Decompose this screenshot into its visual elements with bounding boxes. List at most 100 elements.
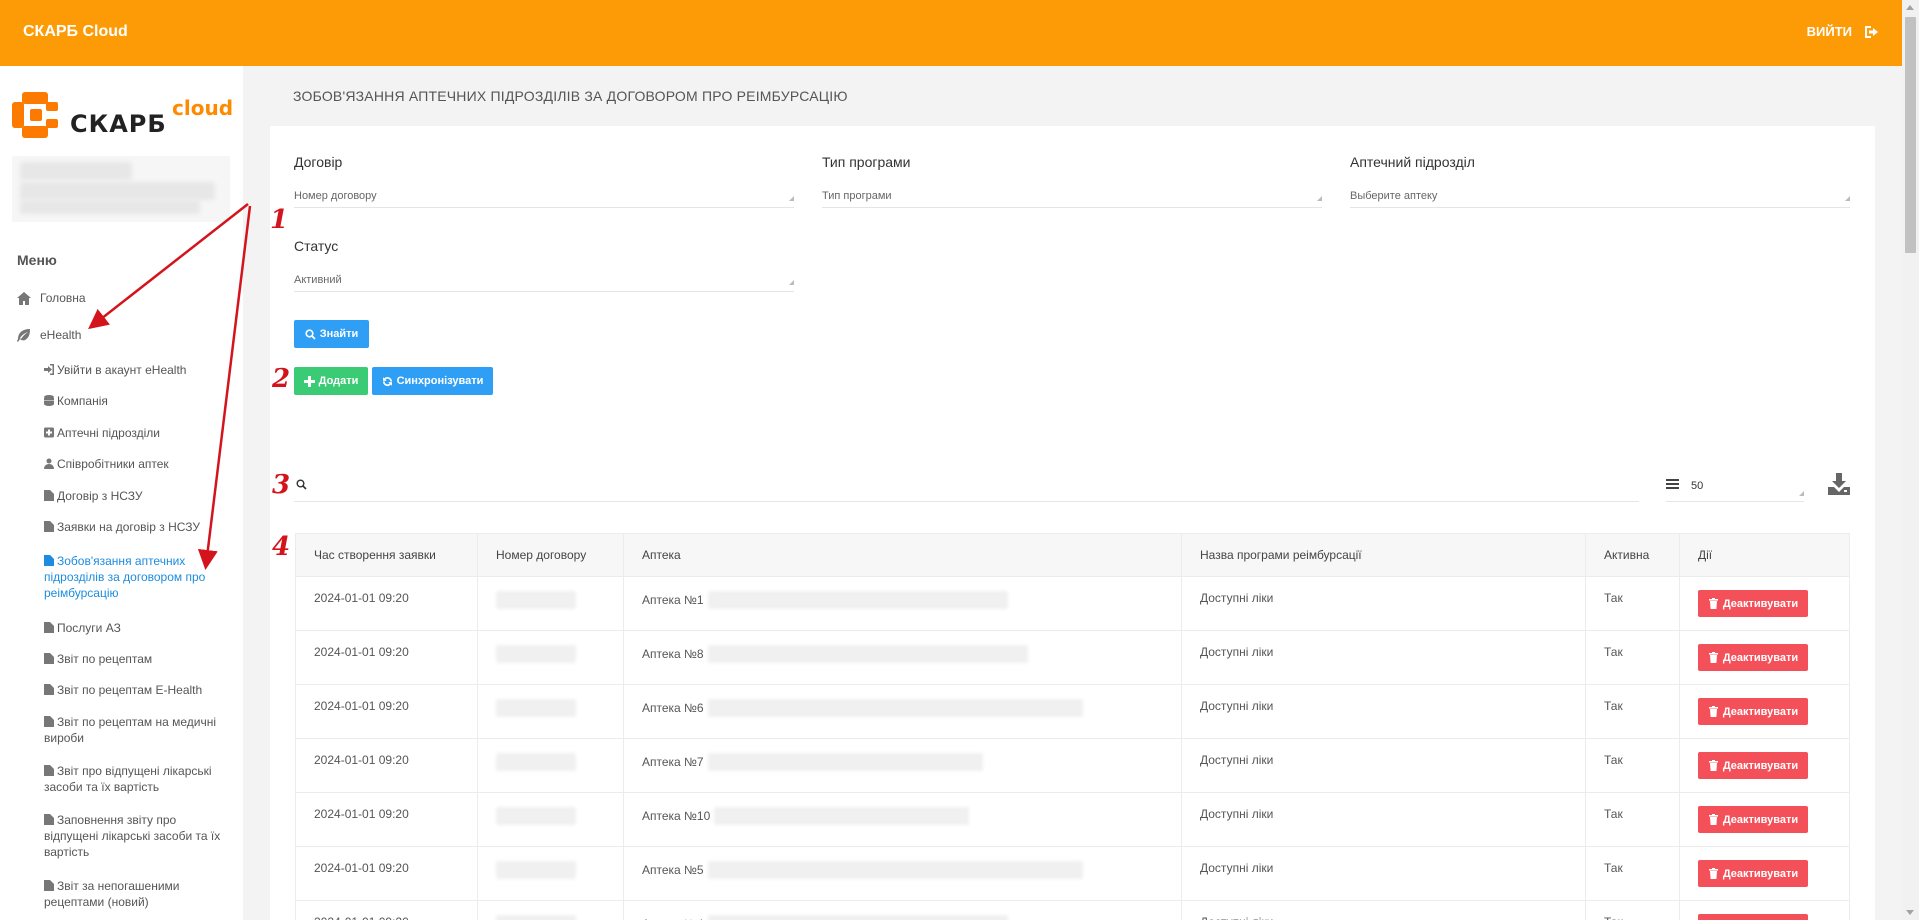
sidebar-subitem-company[interactable]: Компанія <box>44 393 224 409</box>
cell-program-name: Доступні ліки <box>1181 846 1586 901</box>
scroll-down-icon[interactable] <box>1906 910 1914 915</box>
sidebar-item-ehealth[interactable]: eHealth <box>17 328 81 342</box>
sidebar-subitem-reimbursement-obligations[interactable]: Зобов'язання аптечних підрозділів за дог… <box>44 553 224 601</box>
table-search-input[interactable] <box>294 471 1639 502</box>
sidebar-subitem-unredeemed-report[interactable]: Звіт за непогашеними рецептами (новий) <box>44 878 224 910</box>
sidebar-item-label: eHealth <box>40 328 82 342</box>
cell-program-name: Доступні ліки <box>1181 630 1586 685</box>
sidebar-subitem-ehealth-login[interactable]: Увійти в акаунт eHealth <box>44 362 224 378</box>
cell-actions: Деактивувати <box>1679 900 1850 920</box>
deactivate-button-label: Деактивувати <box>1722 705 1799 718</box>
scroll-up-icon[interactable] <box>1906 5 1914 10</box>
find-button[interactable]: Знайти <box>294 320 369 348</box>
cell-created-time: 2024-01-01 09:20 <box>295 846 478 901</box>
file-icon <box>44 716 54 727</box>
menu-title: Меню <box>17 252 57 268</box>
deactivate-button[interactable]: Деактивувати <box>1698 752 1808 779</box>
status-select[interactable]: Активний <box>294 262 794 292</box>
user-info-box <box>12 156 230 222</box>
cell-actions: Деактивувати <box>1679 792 1850 847</box>
col-contract-number[interactable]: Номер договору <box>477 533 624 577</box>
deactivate-button-label: Деактивувати <box>1722 651 1799 664</box>
sidebar-item-home[interactable]: Головна <box>17 291 86 305</box>
sidebar-subitem-dispensed-drugs-report[interactable]: Звіт про відпущені лікарські засоби та ї… <box>44 763 224 795</box>
sidebar-subitem-prescription-report[interactable]: Звіт по рецептам <box>44 651 224 667</box>
program-type-label: Тип програми <box>822 154 911 170</box>
sidebar-subitem-medical-devices-report[interactable]: Звіт по рецептам на медичні вироби <box>44 714 224 746</box>
cell-actions: Деактивувати <box>1679 630 1850 685</box>
database-icon <box>44 395 54 406</box>
sidebar-subitem-label: Звіт по рецептам <box>57 652 153 666</box>
page-scrollbar[interactable] <box>1902 0 1919 920</box>
page-title: ЗОБОВ'ЯЗАННЯ АПТЕЧНИХ ПІДРОЗДІЛІВ ЗА ДОГ… <box>293 88 848 104</box>
sidebar-subitem-label: Звіт по рецептам на медичні вироби <box>44 715 217 745</box>
per-page-value: 50 <box>1691 480 1704 492</box>
sidebar-subitem-label: Увійти в акаунт eHealth <box>57 363 187 377</box>
logout-button[interactable]: ВИЙТИ <box>1807 24 1880 39</box>
cell-pharmacy: Аптека №7 <box>623 738 1182 793</box>
annotation-2: 2 <box>272 364 291 394</box>
program-type-select[interactable]: Тип програми <box>822 178 1322 208</box>
pharmacy-unit-select[interactable]: Выберите аптеку <box>1350 178 1850 208</box>
deactivate-button[interactable]: Деактивувати <box>1698 914 1808 920</box>
per-page-select[interactable]: 50 <box>1666 471 1804 502</box>
cell-created-time: 2024-01-01 09:20 <box>295 900 478 920</box>
scroll-thumb[interactable] <box>1905 17 1916 253</box>
table-row: 2024-01-01 09:20 Аптека №1 Доступні ліки Та… <box>295 576 1850 631</box>
sidebar-subitem-fill-dispensed-report[interactable]: Заповнення звіту про відпущені лікарські… <box>44 812 224 860</box>
deactivate-button[interactable]: Деактивувати <box>1698 644 1808 671</box>
add-button[interactable]: Додати <box>294 367 368 395</box>
col-pharmacy[interactable]: Аптека <box>623 533 1182 577</box>
trash-icon <box>1708 652 1718 663</box>
status-value: Активний <box>294 274 342 286</box>
trash-icon <box>1708 706 1718 717</box>
sidebar-subitem-prescription-report-ehealth[interactable]: Звіт по рецептам E-Health <box>44 682 224 698</box>
contract-select[interactable]: Номер договору <box>294 178 794 208</box>
download-icon[interactable] <box>1828 473 1850 495</box>
cell-pharmacy: Аптека №4 <box>623 900 1182 920</box>
deactivate-button[interactable]: Деактивувати <box>1698 698 1808 725</box>
plus-square-icon <box>44 427 54 438</box>
cell-program-name: Доступні ліки <box>1181 792 1586 847</box>
deactivate-button-label: Деактивувати <box>1722 759 1799 772</box>
sync-button[interactable]: Синхронізувати <box>372 367 493 395</box>
col-active[interactable]: Активна <box>1585 533 1680 577</box>
sidebar-subitem-nhsu-contract[interactable]: Договір з НСЗУ <box>44 488 224 504</box>
col-created-time[interactable]: Час створення заявки <box>295 533 478 577</box>
file-icon <box>44 765 54 776</box>
main-content: ЗОБОВ'ЯЗАННЯ АПТЕЧНИХ ПІДРОЗДІЛІВ ЗА ДОГ… <box>243 66 1902 920</box>
sidebar-subitem-label: Заповнення звіту про відпущені лікарські… <box>44 813 221 859</box>
brand-title[interactable]: СКАРБ Cloud <box>23 23 128 41</box>
sidebar-subitem-pharmacy-staff[interactable]: Співробітники аптек <box>44 456 224 472</box>
file-icon <box>44 814 54 825</box>
deactivate-button[interactable]: Деактивувати <box>1698 806 1808 833</box>
cell-program-name: Доступні ліки <box>1181 900 1586 920</box>
annotation-3: 3 <box>272 470 291 500</box>
cell-pharmacy: Аптека №6 <box>623 684 1182 739</box>
sidebar-subitem-label: Договір з НСЗУ <box>57 489 143 503</box>
cell-created-time: 2024-01-01 09:20 <box>295 630 478 685</box>
obligations-table: Час створення заявки Номер договору Апте… <box>295 533 1850 920</box>
table-row: 2024-01-01 09:20 Аптека №7 Доступні ліки Та… <box>295 738 1850 793</box>
cell-program-name: Доступні ліки <box>1181 738 1586 793</box>
sidebar-subitem-label: Зобов'язання аптечних підрозділів за дог… <box>44 554 206 600</box>
leaf-icon <box>17 328 30 342</box>
pharmacy-unit-label: Аптечний підрозділ <box>1350 154 1475 170</box>
sidebar-subitem-label: Звіт по рецептам E-Health <box>57 683 203 697</box>
col-program-name[interactable]: Назва програми реімбурсації <box>1181 533 1586 577</box>
deactivate-button[interactable]: Деактивувати <box>1698 860 1808 887</box>
skarb-cloud-logo[interactable]: СКАРБ cloud <box>12 92 237 142</box>
cell-pharmacy: Аптека №8 <box>623 630 1182 685</box>
sidebar-item-label: Головна <box>40 291 86 305</box>
sidebar-subitem-label: Співробітники аптек <box>57 457 169 471</box>
sidebar-subitem-az-services[interactable]: Послуги АЗ <box>44 620 224 636</box>
search-icon <box>305 328 316 340</box>
deactivate-button[interactable]: Деактивувати <box>1698 590 1808 617</box>
table-row: 2024-01-01 09:20 Аптека №5 Доступні ліки Та… <box>295 846 1850 901</box>
contract-placeholder: Номер договору <box>294 190 377 202</box>
sidebar-subitem-pharmacy-units[interactable]: Аптечні підрозділи <box>44 425 224 441</box>
sidebar-subitem-nhsu-requests[interactable]: Заявки на договір з НСЗУ <box>44 519 224 535</box>
file-icon <box>44 521 54 532</box>
search-icon <box>296 479 307 490</box>
cell-actions: Деактивувати <box>1679 846 1850 901</box>
